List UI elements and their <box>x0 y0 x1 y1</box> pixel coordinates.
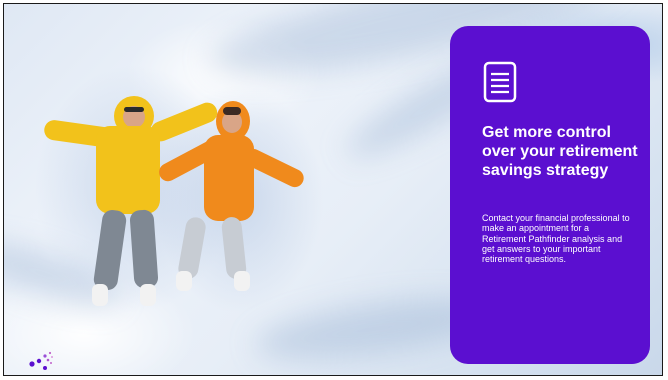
dots-logo-icon <box>29 351 53 370</box>
document-icon <box>483 61 517 103</box>
person-orange-jacket <box>154 99 314 309</box>
slide: Get more control over your retirement sa… <box>3 3 663 376</box>
card-title: Get more control over your retirement sa… <box>482 124 638 179</box>
card-body-text: Contact your financial professional to m… <box>482 213 630 265</box>
info-card: Get more control over your retirement sa… <box>450 26 650 364</box>
